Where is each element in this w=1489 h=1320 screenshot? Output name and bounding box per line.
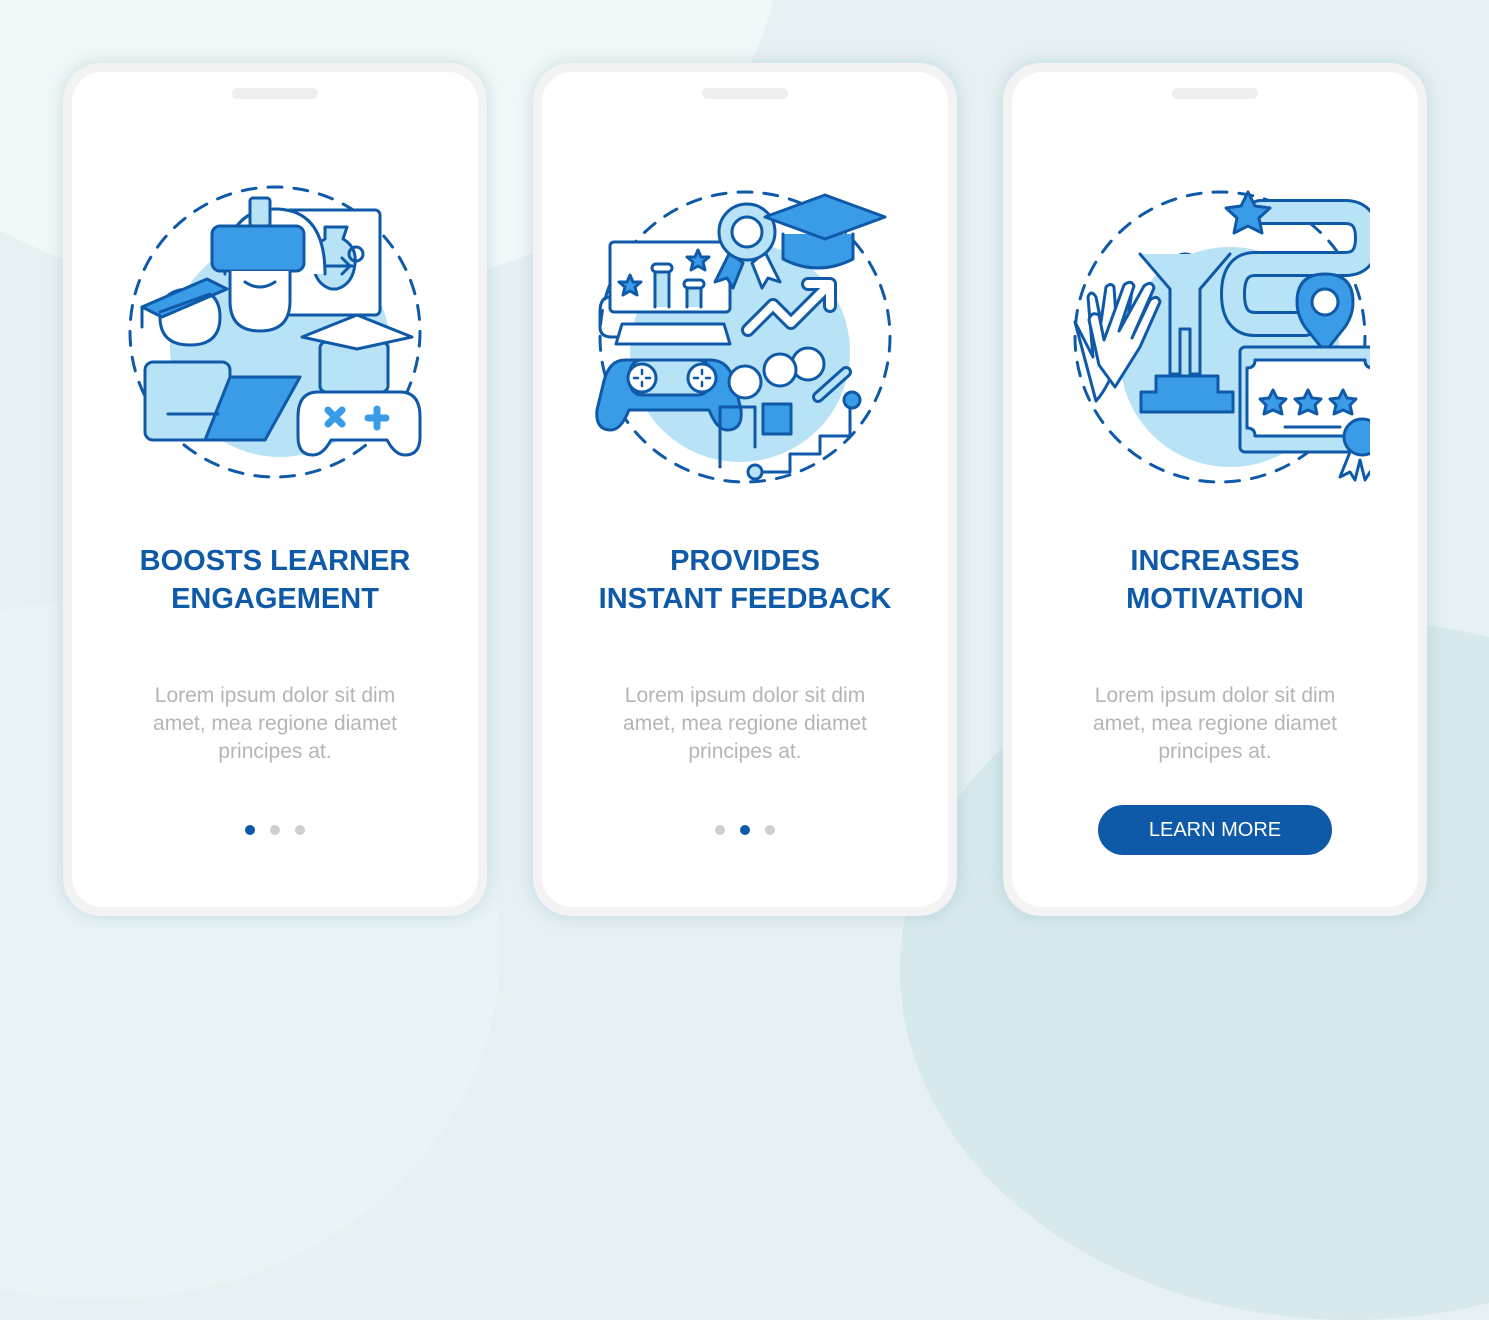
pagination-dot-3[interactable] <box>765 825 775 835</box>
pagination-dot-2[interactable] <box>270 825 280 835</box>
description-line: Lorem ipsum dolor sit dim <box>154 684 396 707</box>
phone-frame-engagement: BOOSTS LEARNER ENGAGEMENT Lorem ipsum do… <box>63 63 487 916</box>
description-line: amet, mea regione diamet <box>153 712 397 735</box>
motivation-illustration <box>1073 190 1370 484</box>
phone-speaker <box>702 88 788 99</box>
engagement-illustration <box>128 185 422 479</box>
graduation-cap-icon <box>763 193 887 270</box>
onboarding-screen: BOOSTS LEARNER ENGAGEMENT Lorem ipsum do… <box>72 72 478 907</box>
title-line: BOOSTS LEARNER <box>139 545 411 577</box>
phone-speaker <box>232 88 318 99</box>
description-line: principes at. <box>688 740 802 763</box>
pagination-dot-3[interactable] <box>295 825 305 835</box>
description-line: Lorem ipsum dolor sit dim <box>624 684 866 707</box>
description-line: amet, mea regione diamet <box>623 712 867 735</box>
pagination-dot-2-active[interactable] <box>740 825 750 835</box>
title-line: INCREASES <box>1130 545 1300 577</box>
title-line: INSTANT FEEDBACK <box>598 583 892 615</box>
screen-title: BOOSTS LEARNER ENGAGEMENT <box>72 542 478 618</box>
description-line: principes at. <box>218 740 332 763</box>
pagination-dot-1[interactable] <box>715 825 725 835</box>
title-line: PROVIDES <box>670 545 820 577</box>
feedback-illustration <box>595 190 892 484</box>
pagination-dots <box>542 825 948 835</box>
title-line: MOTIVATION <box>1126 583 1304 615</box>
pagination-dot-1-active[interactable] <box>245 825 255 835</box>
description-line: amet, mea regione diamet <box>1093 712 1337 735</box>
screen-title: INCREASES MOTIVATION <box>1012 542 1418 618</box>
description-line: principes at. <box>1158 740 1272 763</box>
learn-more-button[interactable]: LEARN MORE <box>1098 805 1332 855</box>
phone-frame-feedback: PROVIDES INSTANT FEEDBACK Lorem ipsum do… <box>533 63 957 916</box>
onboarding-screen: PROVIDES INSTANT FEEDBACK Lorem ipsum do… <box>542 72 948 907</box>
pagination-dots <box>72 825 478 835</box>
screen-description: Lorem ipsum dolor sit dim amet, mea regi… <box>582 682 908 766</box>
description-line: Lorem ipsum dolor sit dim <box>1094 684 1336 707</box>
phone-frame-motivation: INCREASES MOTIVATION Lorem ipsum dolor s… <box>1003 63 1427 916</box>
screen-title: PROVIDES INSTANT FEEDBACK <box>542 542 948 618</box>
title-line: ENGAGEMENT <box>171 583 379 615</box>
leaderboard-monitor-icon <box>598 240 732 346</box>
graduate-student-icon <box>140 277 229 347</box>
onboarding-screen: INCREASES MOTIVATION Lorem ipsum dolor s… <box>1012 72 1418 907</box>
screen-description: Lorem ipsum dolor sit dim amet, mea regi… <box>112 682 438 766</box>
screen-description: Lorem ipsum dolor sit dim amet, mea regi… <box>1052 682 1378 766</box>
phone-speaker <box>1172 88 1258 99</box>
